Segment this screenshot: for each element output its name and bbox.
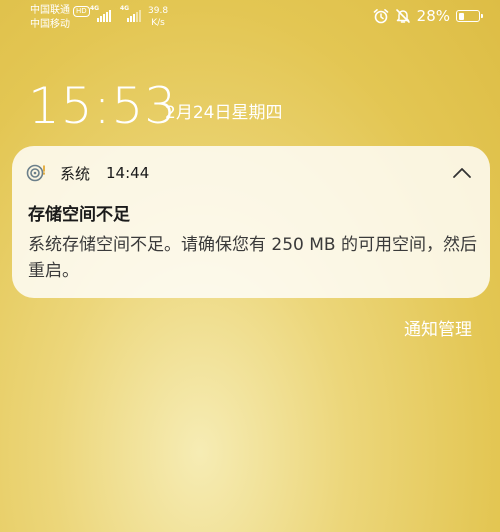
signal-2-icon: 4G: [120, 5, 144, 22]
notification-header: 系统 14:44: [26, 162, 476, 184]
chevron-up-icon: [453, 168, 471, 178]
hd-badge: HD: [73, 5, 90, 17]
mute-icon: [395, 9, 410, 23]
speed-value: 39.8: [148, 6, 169, 16]
manage-notifications-link[interactable]: 通知管理: [404, 319, 472, 341]
system-app-icon: [26, 164, 45, 182]
notification-time: 14:44: [106, 164, 150, 182]
speed-unit: K/s: [151, 18, 165, 28]
lockscreen-date: 2月24日星期四: [165, 103, 283, 123]
collapse-button[interactable]: [448, 162, 476, 184]
lockscreen-clock: 15:53: [28, 77, 178, 135]
status-bar: 中国联通 HD 中国移动 4G 4G 39.8 K/s 28%: [0, 0, 500, 36]
signal-1-icon: 4G: [90, 5, 114, 22]
network-speed: 39.8 K/s: [148, 5, 168, 29]
notification-body: 系统存储空间不足。请确保您有 250 MB 的可用空间，然后重启。: [28, 235, 477, 281]
battery-fill: [458, 12, 464, 20]
carrier-1-label: 中国联通: [30, 5, 70, 16]
carrier-2-label: 中国移动: [30, 19, 70, 30]
battery-percent: 28%: [416, 7, 450, 25]
notification-title: 存储空间不足: [28, 205, 130, 225]
alarm-icon: [373, 9, 388, 24]
notification-card[interactable]: 系统 14:44 存储空间不足 系统存储空间不足。请确保您有 250 MB 的可…: [12, 146, 490, 298]
carrier-info: 中国联通 HD 中国移动: [30, 4, 90, 32]
notification-app-name: 系统: [60, 164, 91, 183]
signal-indicators: 4G 4G: [90, 5, 144, 22]
battery-icon: [456, 10, 483, 22]
status-right: 28%: [373, 7, 483, 25]
